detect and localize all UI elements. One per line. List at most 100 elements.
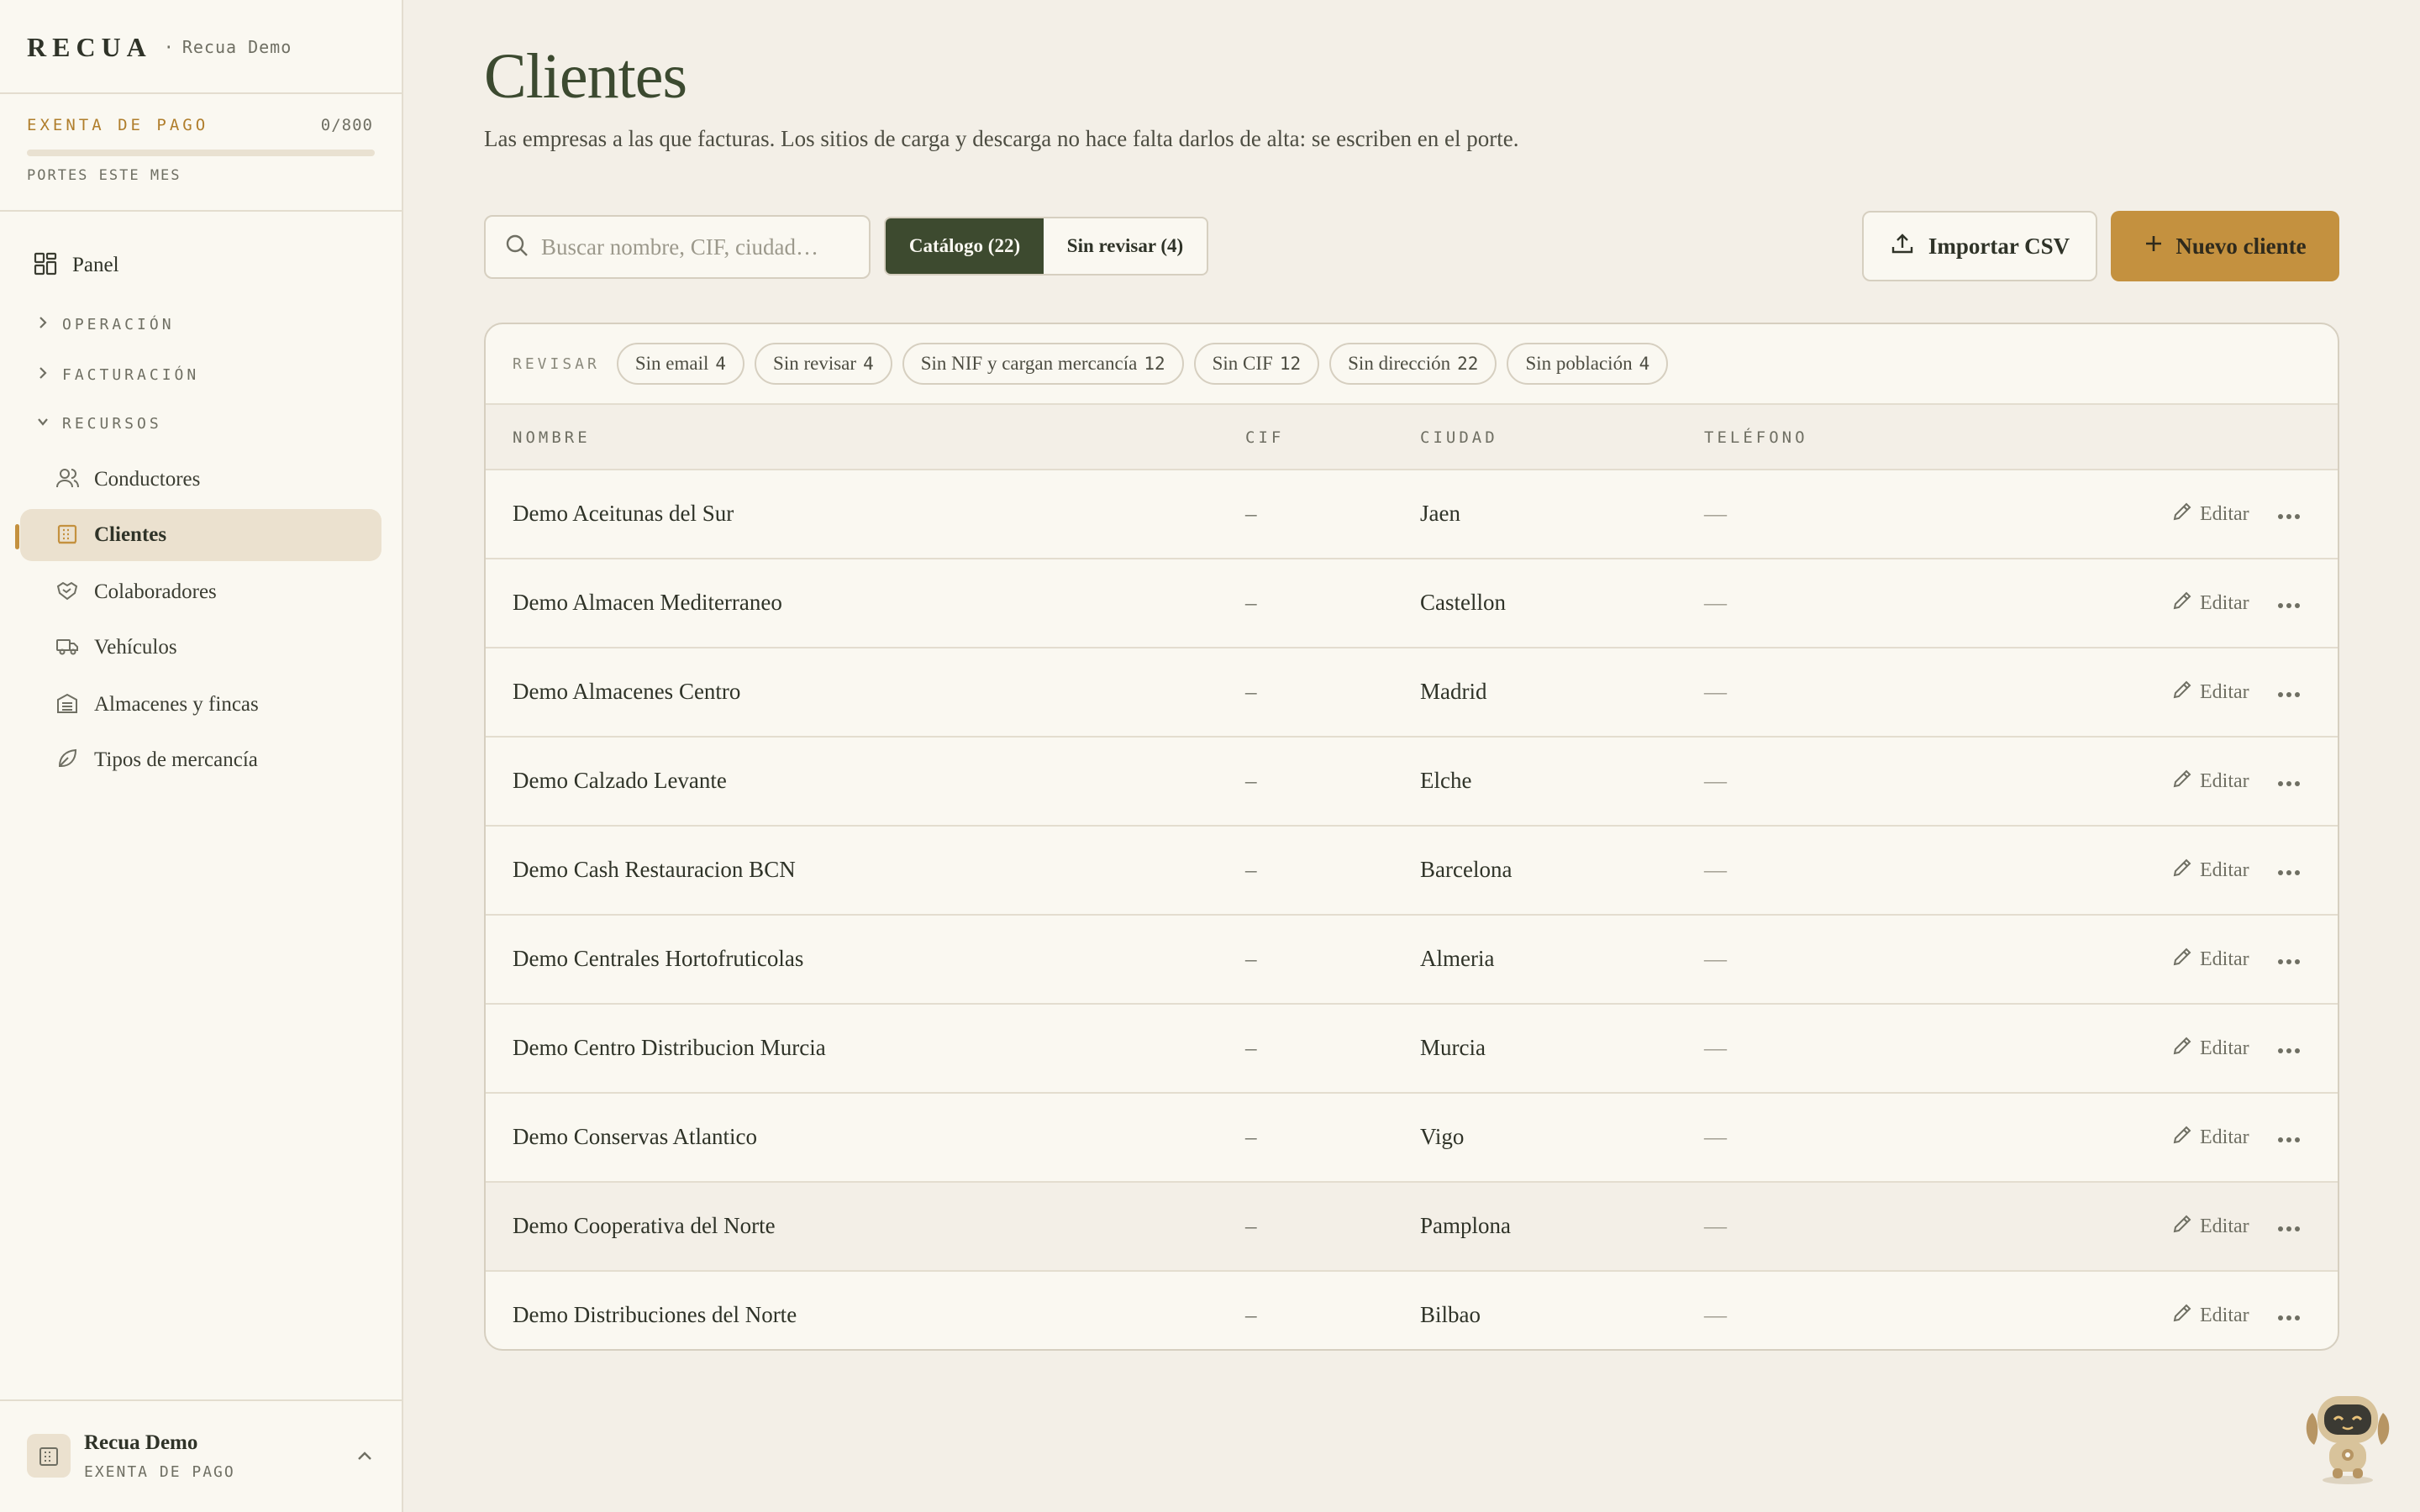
column-header-cif[interactable]: CIF: [1245, 428, 1284, 447]
cell-phone: —: [1704, 501, 1727, 526]
sidebar-item-tipos-mercancia[interactable]: Tipos de mercancía: [20, 734, 381, 786]
more-options-icon[interactable]: [2277, 687, 2301, 702]
filter-chip[interactable]: Sin revisar 4: [755, 343, 892, 385]
chevron-down-icon: [37, 414, 49, 433]
column-header-name[interactable]: NOMBRE: [513, 428, 591, 447]
table-row[interactable]: Demo Conservas Atlantico – Vigo — Editar: [486, 1094, 2338, 1183]
search-input[interactable]: [541, 234, 860, 260]
cell-city: Barcelona: [1420, 857, 1512, 882]
more-options-icon[interactable]: [2277, 954, 2301, 969]
table-row[interactable]: Demo Calzado Levante – Elche — Editar: [486, 738, 2338, 827]
sidebar-item-clientes[interactable]: Clientes: [20, 509, 381, 561]
chip-count: 4: [863, 354, 874, 374]
table-row[interactable]: Demo Centrales Hortofruticolas – Almeria — E…: [486, 916, 2338, 1005]
org-icon: [27, 1434, 71, 1478]
table-row[interactable]: Demo Distribuciones del Norte – Bilbao — Edi…: [486, 1272, 2338, 1349]
brand[interactable]: RECUA · Recua Demo: [27, 32, 292, 62]
users-icon: [55, 466, 79, 494]
new-client-button[interactable]: Nuevo cliente: [2111, 211, 2339, 281]
edit-button[interactable]: Editar: [2171, 857, 2249, 885]
account-plan: EXENTA DE PAGO: [84, 1463, 235, 1481]
chevron-right-icon: [37, 365, 49, 385]
cell-city: Madrid: [1420, 679, 1487, 704]
sidebar-item-label: Almacenes y fincas: [94, 693, 259, 716]
table-row[interactable]: Demo Cooperativa del Norte – Pamplona — Edit…: [486, 1183, 2338, 1272]
import-csv-button[interactable]: Importar CSV: [1862, 211, 2097, 281]
cell-city: Vigo: [1420, 1124, 1465, 1149]
tab-sin-revisar[interactable]: Sin revisar (4): [1044, 218, 1207, 274]
page-description: Las empresas a las que facturas. Los sit…: [484, 126, 1519, 151]
account-switcher[interactable]: Recua Demo EXENTA DE PAGO: [0, 1399, 403, 1512]
tab-catalogo[interactable]: Catálogo (22): [886, 218, 1044, 274]
table-row[interactable]: Demo Centro Distribucion Murcia – Murcia — E…: [486, 1005, 2338, 1094]
edit-button[interactable]: Editar: [2171, 946, 2249, 974]
sidebar-item-conductores[interactable]: Conductores: [20, 454, 381, 506]
edit-button[interactable]: Editar: [2171, 590, 2249, 617]
filter-chip[interactable]: Sin CIF 12: [1193, 343, 1320, 385]
chip-label: Sin email: [634, 353, 709, 374]
table-row[interactable]: Demo Almacenes Centro – Madrid — Editar: [486, 648, 2338, 738]
sidebar-item-label: Tipos de mercancía: [94, 748, 258, 771]
filter-chip[interactable]: Sin población 4: [1507, 343, 1669, 385]
pencil-icon: [2171, 679, 2193, 706]
cell-phone: —: [1704, 590, 1727, 615]
pencil-icon: [2171, 1213, 2193, 1241]
column-header-phone[interactable]: TELÉFONO: [1704, 428, 1808, 447]
cell-name[interactable]: Demo Distribuciones del Norte: [513, 1302, 797, 1328]
chip-label: Sin NIF y cargan mercancía: [920, 353, 1138, 374]
edit-label: Editar: [2200, 1215, 2249, 1237]
cell-name[interactable]: Demo Almacen Mediterraneo: [513, 590, 782, 616]
cell-cif: –: [1245, 946, 1257, 971]
cell-phone: —: [1704, 1302, 1727, 1327]
cell-phone: —: [1704, 679, 1727, 704]
cell-name[interactable]: Demo Calzado Levante: [513, 768, 727, 794]
edit-button[interactable]: Editar: [2171, 1302, 2249, 1330]
pencil-icon: [2171, 590, 2193, 617]
nav-section-label: RECURSOS: [62, 414, 162, 433]
nav-section-recursos[interactable]: RECURSOS: [37, 411, 162, 436]
filter-chip[interactable]: Sin NIF y cargan mercancía 12: [902, 343, 1184, 385]
edit-button[interactable]: Editar: [2171, 1213, 2249, 1241]
cell-name[interactable]: Demo Almacenes Centro: [513, 679, 740, 705]
cell-name[interactable]: Demo Centrales Hortofruticolas: [513, 946, 803, 972]
table-row[interactable]: Demo Aceitunas del Sur – Jaen — Editar: [486, 470, 2338, 559]
sidebar-item-vehiculos[interactable]: Vehículos: [20, 622, 381, 674]
more-options-icon[interactable]: [2277, 1043, 2301, 1058]
more-options-icon[interactable]: [2277, 598, 2301, 613]
cell-name[interactable]: Demo Aceitunas del Sur: [513, 501, 734, 527]
cell-name[interactable]: Demo Conservas Atlantico: [513, 1124, 757, 1150]
edit-button[interactable]: Editar: [2171, 1035, 2249, 1063]
more-options-icon[interactable]: [2277, 509, 2301, 524]
sidebar-item-colaboradores[interactable]: Colaboradores: [20, 566, 381, 618]
sidebar: RECUA · Recua Demo EXENTA DE PAGO 0/800 …: [0, 0, 403, 1512]
more-options-icon[interactable]: [2277, 1310, 2301, 1326]
table-header: NOMBRE CIF CIUDAD TELÉFONO: [486, 403, 2338, 470]
cell-name[interactable]: Demo Cash Restauracion BCN: [513, 857, 796, 883]
table-row[interactable]: Demo Almacen Mediterraneo – Castellon — Edit…: [486, 559, 2338, 648]
more-options-icon[interactable]: [2277, 1132, 2301, 1147]
filter-chip[interactable]: Sin email 4: [616, 343, 745, 385]
assistant-mascot[interactable]: [2301, 1388, 2395, 1487]
edit-button[interactable]: Editar: [2171, 679, 2249, 706]
nav-section-operacion[interactable]: OPERACIÓN: [37, 312, 175, 337]
nav-section-facturacion[interactable]: FACTURACIÓN: [37, 362, 199, 387]
sidebar-item-label: Clientes: [94, 523, 167, 546]
column-header-city[interactable]: CIUDAD: [1420, 428, 1498, 447]
more-options-icon[interactable]: [2277, 776, 2301, 791]
cell-cif: –: [1245, 590, 1257, 615]
more-options-icon[interactable]: [2277, 1221, 2301, 1236]
edit-button[interactable]: Editar: [2171, 1124, 2249, 1152]
search-box[interactable]: [484, 215, 871, 279]
cell-name[interactable]: Demo Centro Distribucion Murcia: [513, 1035, 826, 1061]
nav-panel[interactable]: Panel: [34, 247, 119, 284]
chip-count: 12: [1144, 354, 1165, 374]
filter-chip[interactable]: Sin dirección 22: [1329, 343, 1497, 385]
more-options-icon[interactable]: [2277, 865, 2301, 880]
pencil-icon: [2171, 1124, 2193, 1152]
sidebar-item-almacenes[interactable]: Almacenes y fincas: [20, 679, 381, 731]
edit-button[interactable]: Editar: [2171, 501, 2249, 528]
table-row[interactable]: Demo Cash Restauracion BCN – Barcelona — Edi…: [486, 827, 2338, 916]
cell-cif: –: [1245, 1124, 1257, 1149]
cell-name[interactable]: Demo Cooperativa del Norte: [513, 1213, 776, 1239]
edit-button[interactable]: Editar: [2171, 768, 2249, 795]
